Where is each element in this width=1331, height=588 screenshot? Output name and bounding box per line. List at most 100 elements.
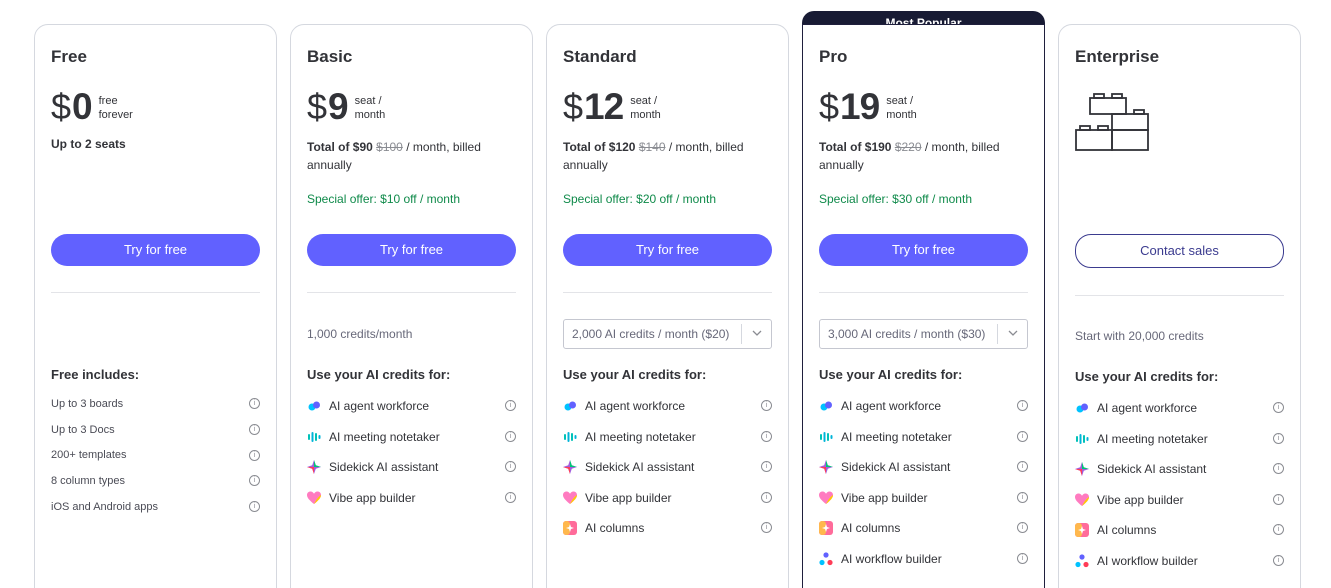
currency-symbol: $ (819, 86, 840, 127)
info-icon[interactable]: i (761, 461, 772, 472)
credits-dropdown[interactable]: 3,000 AI credits / month ($30) (819, 319, 1028, 349)
try-for-free-button[interactable]: Try for free (307, 234, 516, 266)
info-icon[interactable]: i (1017, 400, 1028, 411)
price: $ 9 seat / month (307, 87, 415, 127)
list-item: AI columns i (563, 513, 772, 544)
agent-workforce-icon (308, 401, 320, 411)
plan-name: Standard (563, 47, 637, 66)
agent-workforce-icon (820, 401, 832, 411)
credits-amount: Start with 20,000 credits (1075, 329, 1204, 343)
divider (563, 292, 772, 293)
currency-symbol: $ (563, 86, 584, 127)
info-icon[interactable]: i (761, 522, 772, 533)
info-icon[interactable]: i (505, 461, 516, 472)
plan-name: Pro (819, 47, 848, 66)
features-title: Free includes: (51, 367, 140, 382)
list-item: Up to 3 Docs i (51, 417, 260, 443)
list-item: iOS and Android apps i (51, 494, 260, 520)
info-icon[interactable]: i (1273, 524, 1284, 535)
sidekick-icon (563, 460, 577, 475)
billing-total: Total of $90 $100 / month, billed annual… (307, 140, 481, 172)
list-item: AI columns i (819, 513, 1028, 544)
info-icon[interactable]: i (249, 449, 260, 461)
special-offer: Special offer: $30 off / month (819, 192, 972, 206)
plan-card-basic: Basic $ 9 seat / month Total of $90 $100 … (290, 24, 533, 588)
try-for-free-button[interactable]: Try for free (819, 234, 1028, 266)
special-offer: Special offer: $10 off / month (307, 192, 460, 206)
info-icon[interactable]: i (249, 398, 260, 409)
price: $ 0 free forever (51, 87, 159, 127)
list-item: Sidekick AI assistant i (307, 452, 516, 483)
list-item: 200+ templates i (51, 443, 260, 469)
price-amount: 12 (584, 86, 624, 127)
info-icon[interactable]: i (249, 423, 260, 435)
building-blocks-icon (1075, 93, 1149, 151)
list-item: 8 column types i (51, 468, 260, 494)
try-for-free-button[interactable]: Try for free (563, 234, 772, 266)
seats-limit: Up to 2 seats (51, 137, 126, 151)
feature-list: Up to 3 boards i Up to 3 Docs i 200+ templ… (51, 391, 260, 520)
vibe-heart-icon (563, 491, 577, 504)
list-item: Up to 3 boards i (51, 391, 260, 417)
info-icon[interactable]: i (1273, 402, 1284, 413)
list-item: Sidekick AI assistant i (1075, 454, 1284, 485)
info-icon[interactable]: i (249, 501, 260, 513)
plan-name: Basic (307, 47, 353, 66)
list-item: AI meeting notetaker i (307, 422, 516, 453)
list-item: AI meeting notetaker i (819, 422, 1028, 453)
price-unit: seat / month (354, 95, 386, 121)
notetaker-icon (1076, 433, 1089, 444)
price-unit: free forever (98, 95, 133, 121)
sidekick-icon (819, 460, 833, 475)
features-title: Use your AI credits for: (819, 367, 963, 382)
info-icon[interactable]: i (1273, 554, 1284, 566)
vibe-heart-icon (1075, 493, 1089, 506)
info-icon[interactable]: i (1273, 493, 1284, 505)
list-item: Vibe app builder i (563, 483, 772, 514)
special-offer: Special offer: $20 off / month (563, 192, 716, 206)
currency-symbol: $ (51, 86, 72, 127)
plan-card-enterprise: Enterprise Contact sales Start with 20,0… (1058, 24, 1301, 588)
info-icon[interactable]: i (761, 491, 772, 503)
info-icon[interactable]: i (1273, 463, 1284, 474)
info-icon[interactable]: i (761, 430, 772, 442)
info-icon[interactable]: i (505, 430, 516, 442)
feature-list: AI agent workforce i AI meeting notetaker… (307, 391, 516, 513)
info-icon[interactable]: i (1017, 552, 1028, 564)
plan-card-pro: Pro $ 19 seat / month Total of $190 $220 … (802, 24, 1045, 588)
info-icon[interactable]: i (1017, 461, 1028, 472)
list-item: Sidekick AI assistant i (819, 452, 1028, 483)
vibe-heart-icon (819, 491, 833, 504)
feature-list: AI agent workforce i AI meeting notetaker… (819, 391, 1028, 574)
plan-name: Enterprise (1075, 47, 1160, 66)
info-icon[interactable]: i (1017, 522, 1028, 533)
ai-columns-icon (1075, 523, 1089, 538)
info-icon[interactable]: i (1273, 432, 1284, 444)
list-item: AI agent workforce i (307, 391, 516, 422)
divider (307, 292, 516, 293)
info-icon[interactable]: i (1017, 491, 1028, 503)
notetaker-icon (820, 431, 833, 442)
price-amount: 0 (72, 86, 93, 127)
list-item: Vibe app builder i (819, 483, 1028, 514)
ai-columns-icon (563, 521, 577, 536)
contact-sales-button[interactable]: Contact sales (1075, 234, 1284, 268)
divider (819, 292, 1028, 293)
info-icon[interactable]: i (1017, 430, 1028, 442)
info-icon[interactable]: i (761, 400, 772, 411)
sidekick-icon (1075, 462, 1089, 477)
info-icon[interactable]: i (249, 475, 260, 487)
billing-total: Total of $190 $220 / month, billed annua… (819, 140, 1000, 172)
price-amount: 9 (328, 86, 349, 127)
features-title: Use your AI credits for: (307, 367, 451, 382)
divider (51, 292, 260, 293)
try-for-free-button[interactable]: Try for free (51, 234, 260, 266)
info-icon[interactable]: i (505, 400, 516, 411)
credits-dropdown[interactable]: 2,000 AI credits / month ($20) (563, 319, 772, 349)
price: $ 12 seat / month (563, 87, 690, 127)
list-item: AI meeting notetaker i (1075, 424, 1284, 455)
list-item: AI workflow builder i (819, 544, 1028, 575)
price-unit: seat / month (630, 95, 661, 121)
feature-list: AI agent workforce i AI meeting notetaker… (1075, 393, 1284, 576)
info-icon[interactable]: i (505, 491, 516, 503)
